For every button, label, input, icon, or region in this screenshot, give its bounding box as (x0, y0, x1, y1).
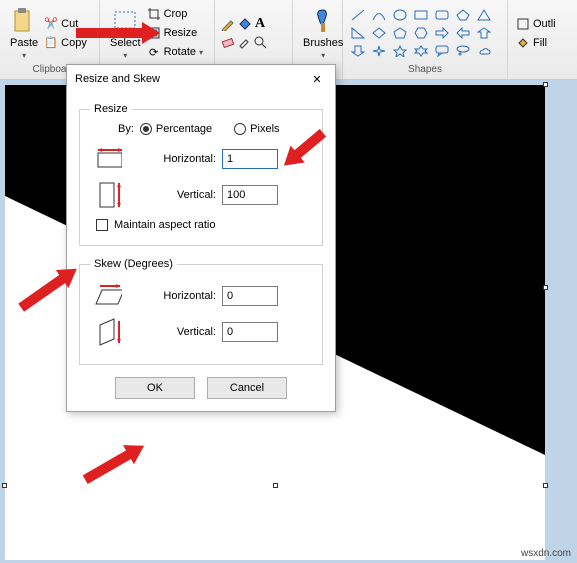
brushes-label: Brushes (303, 37, 343, 49)
by-label: By: (118, 123, 134, 135)
maintain-aspect-checkbox[interactable] (96, 219, 108, 231)
group-label-shapes: Shapes (349, 64, 501, 77)
outline-icon (516, 17, 530, 31)
skew-vertical-input[interactable] (222, 322, 278, 342)
arrow-r-icon (433, 25, 451, 41)
line-icon (349, 7, 367, 23)
dialog-title: Resize and Skew (75, 73, 307, 85)
crop-button[interactable]: Crop (145, 5, 205, 23)
hexagon-icon (412, 25, 430, 41)
rotate-icon: ⟳ (147, 45, 161, 59)
maintain-aspect-label: Maintain aspect ratio (114, 219, 216, 231)
star6-icon (412, 43, 430, 59)
arrow-l-icon (454, 25, 472, 41)
select-button[interactable]: Select ▾ (106, 5, 145, 62)
pixels-radio[interactable]: Pixels (234, 123, 279, 135)
skew-fieldset: Skew (Degrees) Horizontal: Vertical: (79, 258, 323, 365)
cut-icon: ✂️ (44, 17, 58, 31)
copy-button[interactable]: 📋Copy (42, 34, 89, 52)
horizontal-label: Horizontal: (132, 153, 222, 165)
outline-button[interactable]: Outli (514, 15, 558, 33)
resize-vertical-input[interactable] (222, 185, 278, 205)
chevron-down-icon: ▾ (22, 51, 26, 60)
crop-icon (147, 7, 161, 21)
handle[interactable] (273, 483, 278, 488)
pentagon-icon (391, 25, 409, 41)
shape-row[interactable] (349, 7, 493, 23)
cut-button[interactable]: ✂️Cut (42, 15, 89, 33)
roundrect-icon (433, 7, 451, 23)
fill-button[interactable]: Fill (514, 34, 558, 52)
fill-icon[interactable] (237, 17, 251, 31)
rect-icon (412, 7, 430, 23)
arrow-u-icon (475, 25, 493, 41)
percentage-radio[interactable]: Percentage (140, 123, 212, 135)
brushes-button[interactable]: Brushes ▾ (299, 5, 347, 62)
skew-horizontal-label: Horizontal: (132, 290, 222, 302)
eraser-icon[interactable] (221, 35, 235, 49)
handle[interactable] (543, 82, 548, 87)
text-icon[interactable]: A (253, 17, 267, 31)
star5-icon (391, 43, 409, 59)
shape-row[interactable] (349, 43, 493, 59)
arrow-d-icon (349, 43, 367, 59)
bucket-icon (516, 36, 530, 50)
cancel-button[interactable]: Cancel (207, 377, 287, 399)
radio-on-icon (140, 123, 152, 135)
eyedropper-icon[interactable] (237, 35, 251, 49)
resize-button[interactable]: Resize (145, 24, 205, 42)
paste-icon (10, 7, 38, 35)
skew-horizontal-input[interactable] (222, 286, 278, 306)
magnifier-icon[interactable] (253, 35, 267, 49)
resize-skew-dialog: Resize and Skew ✕ Resize By: Percentage … (66, 64, 336, 412)
cloud-icon (475, 43, 493, 59)
select-label: Select (110, 37, 141, 49)
ok-button[interactable]: OK (115, 377, 195, 399)
callout-icon (433, 43, 451, 59)
close-button[interactable]: ✕ (307, 73, 327, 86)
oval-icon (391, 7, 409, 23)
rtriangle-icon (349, 25, 367, 41)
polygon-icon (454, 7, 472, 23)
chevron-down-icon: ▾ (321, 51, 325, 60)
radio-off-icon (234, 123, 246, 135)
diamond-icon (370, 25, 388, 41)
paste-label: Paste (10, 37, 38, 49)
skew-h-icon (94, 280, 122, 312)
triangle-icon (475, 7, 493, 23)
handle[interactable] (543, 483, 548, 488)
skew-v-icon (94, 316, 122, 348)
handle[interactable] (2, 483, 7, 488)
chevron-down-icon: ▾ (123, 51, 127, 60)
copy-icon: 📋 (44, 36, 58, 50)
watermark: wsxdn.com (521, 548, 571, 559)
paste-button[interactable]: Paste ▾ (6, 5, 42, 62)
callout2-icon (454, 43, 472, 59)
skew-legend: Skew (Degrees) (90, 258, 177, 270)
resize-h-icon (94, 143, 122, 175)
brushes-icon (309, 7, 337, 35)
resize-horizontal-input[interactable] (222, 149, 278, 169)
resize-v-icon (94, 179, 122, 211)
star4-icon (370, 43, 388, 59)
rotate-button[interactable]: ⟳Rotate▾ (145, 43, 205, 61)
select-icon (111, 7, 139, 35)
handle[interactable] (543, 285, 548, 290)
resize-legend: Resize (90, 103, 132, 115)
chevron-down-icon: ▾ (199, 48, 203, 57)
curve-icon (370, 7, 388, 23)
resize-icon (147, 26, 161, 40)
shape-row[interactable] (349, 25, 493, 41)
pencil-icon[interactable] (221, 17, 235, 31)
resize-fieldset: Resize By: Percentage Pixels Horizontal:… (79, 103, 323, 246)
vertical-label: Vertical: (132, 189, 222, 201)
dialog-title-bar[interactable]: Resize and Skew ✕ (67, 65, 335, 93)
skew-vertical-label: Vertical: (132, 326, 222, 338)
